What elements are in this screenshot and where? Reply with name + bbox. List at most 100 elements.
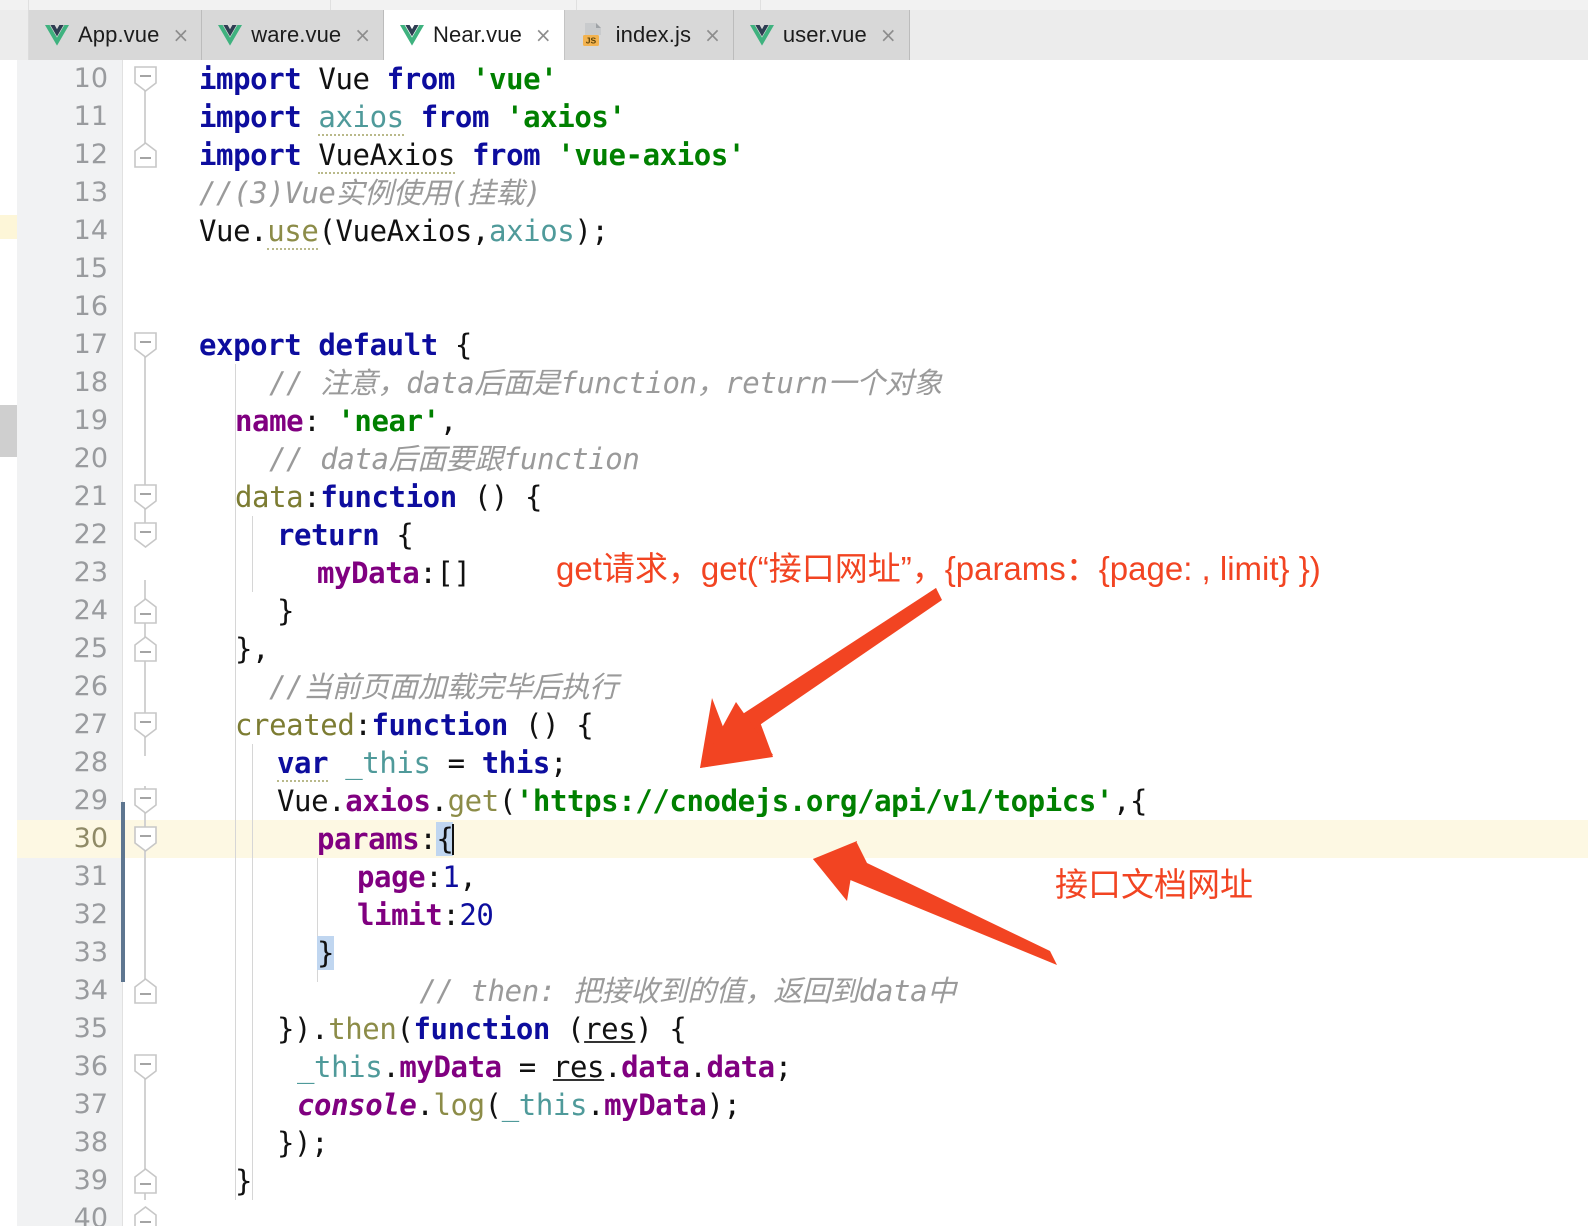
code-line-24: }: [277, 594, 295, 628]
line-number: 25: [73, 633, 108, 664]
tab-index-js[interactable]: JS index.js ×: [564, 10, 734, 60]
line-number: 13: [73, 177, 108, 208]
svg-text:JS: JS: [585, 36, 596, 46]
line-number: 26: [73, 671, 108, 702]
annotation-arrow-up-left: [795, 815, 1065, 975]
tab-label: user.vue: [782, 22, 867, 47]
tab-label: Near.vue: [433, 22, 522, 47]
code-line-23: myData:[]: [317, 556, 471, 590]
line-number: 34: [73, 975, 108, 1006]
fold-marker-down[interactable]: [133, 332, 158, 359]
close-icon[interactable]: ×: [704, 25, 721, 45]
vue-icon: [45, 24, 69, 46]
line-number: 16: [73, 291, 108, 322]
fold-marker-down[interactable]: [133, 484, 158, 511]
vue-icon: [749, 24, 774, 46]
line-number: 18: [73, 367, 108, 398]
code-line-34: // then: 把接收到的值，返回到data中: [317, 974, 956, 1008]
fold-marker-up[interactable]: [133, 977, 158, 1004]
code-line-25: },: [235, 632, 270, 666]
text-caret: [452, 824, 455, 855]
code-line-18: // 注意，data后面是function，return一个对象: [235, 366, 942, 400]
code-line-21: data:function () {: [235, 480, 543, 514]
line-number: 27: [73, 709, 108, 740]
fold-marker-up[interactable]: [133, 635, 158, 662]
fold-marker-up[interactable]: [133, 1205, 158, 1226]
code-line-38: });: [277, 1126, 329, 1160]
fold-marker-down[interactable]: [133, 1054, 158, 1081]
tabbar-left-gutter: [0, 10, 29, 60]
fold-marker-down[interactable]: [133, 66, 158, 93]
close-icon[interactable]: ×: [354, 25, 371, 45]
close-icon[interactable]: ×: [172, 25, 189, 45]
code-line-33: }: [317, 936, 335, 970]
line-number: 11: [73, 101, 108, 132]
line-number: 10: [73, 63, 108, 94]
code-line-13: //(3)Vue实例使用(挂载): [199, 176, 542, 210]
line-number: 24: [73, 595, 108, 626]
line-number: 38: [73, 1127, 108, 1158]
code-line-11: import axios from 'axios': [199, 100, 626, 136]
tab-app-vue[interactable]: App.vue ×: [29, 10, 203, 60]
code-line-28: var _this = this;: [277, 746, 568, 782]
tab-label: ware.vue: [251, 22, 342, 47]
fold-marker-up[interactable]: [133, 1167, 158, 1194]
line-number-gutter[interactable]: 10 11 12 13 14 15 16 17 18 19 20 21 22 2…: [17, 60, 123, 1226]
line-number: 29: [73, 785, 108, 816]
fold-marker-up[interactable]: [133, 597, 158, 624]
code-line-37: console.log(_this.myData);: [297, 1088, 741, 1122]
line-number: 23: [73, 557, 108, 588]
line-number: 22: [73, 519, 108, 550]
code-line-14: Vue.use(VueAxios,axios);: [199, 214, 609, 250]
line-number: 12: [73, 139, 108, 170]
line-number: 20: [73, 443, 108, 474]
editor-window: App.vue × ware.vue × Near.vue × JS index…: [0, 0, 1588, 1226]
line-number: 36: [73, 1051, 108, 1082]
code-line-39: }: [235, 1164, 253, 1198]
tab-label: App.vue: [78, 22, 160, 47]
tab-label: index.js: [615, 22, 692, 47]
annotation-api-doc-note: 接口文档网址: [1055, 866, 1253, 903]
line-number: 39: [73, 1165, 108, 1196]
tab-ware-vue[interactable]: ware.vue ×: [202, 10, 385, 60]
close-icon[interactable]: ×: [880, 25, 897, 45]
code-editor[interactable]: 10 11 12 13 14 15 16 17 18 19 20 21 22 2…: [0, 60, 1588, 1226]
line-number: 28: [73, 747, 108, 778]
code-line-27: created:function () {: [235, 708, 594, 742]
fold-marker-down[interactable]: [133, 712, 158, 739]
close-icon[interactable]: ×: [535, 25, 552, 45]
tab-user-vue[interactable]: user.vue ×: [733, 10, 910, 60]
line-number: 35: [73, 1013, 108, 1044]
code-line-12: import VueAxios from 'vue-axios': [199, 138, 745, 174]
code-line-36: _this.myData = res.data.data;: [297, 1050, 792, 1084]
fold-marker-up[interactable]: [133, 141, 158, 168]
marker-yellow: [0, 215, 17, 239]
code-line-30: params:{: [317, 822, 455, 856]
annotation-arrow-down-left: [640, 572, 970, 782]
line-number: 37: [73, 1089, 108, 1120]
scrollbar-thumb-left[interactable]: [0, 405, 17, 457]
line-number: 40: [73, 1203, 108, 1226]
code-line-31: page:1,: [357, 860, 477, 894]
fold-marker-down[interactable]: [133, 522, 158, 549]
fold-marker-down[interactable]: [133, 788, 158, 815]
code-line-26: //当前页面加载完毕后执行: [235, 670, 618, 704]
vue-icon: [218, 24, 243, 46]
code-line-22: return {: [277, 518, 414, 552]
line-number: 17: [73, 329, 108, 360]
tabbar-filler: [909, 10, 1588, 60]
code-line-35: }).then(function (res) {: [277, 1012, 687, 1046]
line-number: 21: [73, 481, 108, 512]
line-number: 31: [73, 861, 108, 892]
code-folding-strip[interactable]: [121, 60, 200, 1226]
vue-icon: [400, 24, 425, 46]
line-number: 32: [73, 899, 108, 930]
fold-marker-down[interactable]: [133, 826, 158, 853]
code-line-10: import Vue from 'vue': [199, 62, 558, 96]
code-line-17: export default {: [199, 328, 472, 362]
line-number-current: 30: [73, 823, 108, 854]
editor-tab-bar: App.vue × ware.vue × Near.vue × JS index…: [0, 10, 1588, 61]
line-number: 33: [73, 937, 108, 968]
code-line-19: name: 'near',: [235, 404, 457, 438]
tab-near-vue[interactable]: Near.vue ×: [384, 10, 565, 60]
